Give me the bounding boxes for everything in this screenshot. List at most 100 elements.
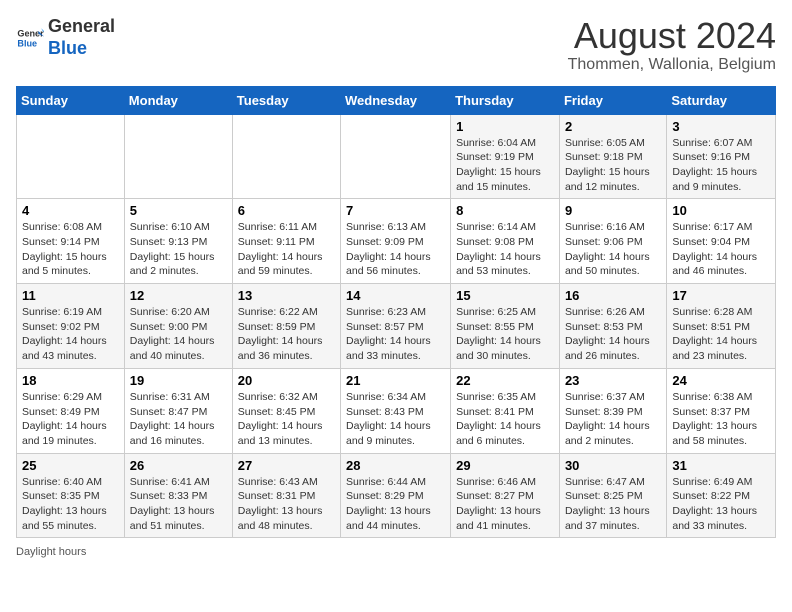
calendar-cell: 23 Sunrise: 6:37 AM Sunset: 8:39 PM Dayli… (559, 368, 666, 453)
day-number: 5 (130, 203, 227, 218)
calendar-cell: 13 Sunrise: 6:22 AM Sunset: 8:59 PM Dayli… (232, 284, 340, 369)
col-friday: Friday (559, 86, 666, 114)
day-number: 21 (346, 373, 445, 388)
title-area: August 2024 Thommen, Wallonia, Belgium (568, 16, 776, 74)
day-number: 30 (565, 458, 661, 473)
calendar-cell: 11 Sunrise: 6:19 AM Sunset: 9:02 PM Dayli… (17, 284, 125, 369)
calendar-week-3: 11 Sunrise: 6:19 AM Sunset: 9:02 PM Dayli… (17, 284, 776, 369)
day-info: Sunrise: 6:04 AM Sunset: 9:19 PM Dayligh… (456, 136, 554, 195)
day-number: 1 (456, 119, 554, 134)
day-info: Sunrise: 6:43 AM Sunset: 8:31 PM Dayligh… (238, 475, 335, 534)
calendar-cell: 27Sunrise: 6:43 AM Sunset: 8:31 PM Dayli… (232, 453, 340, 538)
calendar-cell: 14 Sunrise: 6:23 AM Sunset: 8:57 PM Dayli… (341, 284, 451, 369)
calendar-cell: 30 Sunrise: 6:47 AM Sunset: 8:25 PM Dayli… (559, 453, 666, 538)
calendar-week-1: 1 Sunrise: 6:04 AM Sunset: 9:19 PM Daylig… (17, 114, 776, 199)
day-info: Sunrise: 6:25 AM Sunset: 8:55 PM Dayligh… (456, 305, 554, 364)
day-number: 14 (346, 288, 445, 303)
day-info: Sunrise: 6:08 AM Sunset: 9:14 PM Dayligh… (22, 220, 119, 279)
day-info: Sunrise: 6:10 AM Sunset: 9:13 PM Dayligh… (130, 220, 227, 279)
day-info: Sunrise: 6:13 AM Sunset: 9:09 PM Dayligh… (346, 220, 445, 279)
svg-text:Blue: Blue (17, 38, 37, 48)
calendar-cell: 26Sunrise: 6:41 AM Sunset: 8:33 PM Dayli… (124, 453, 232, 538)
day-info: Sunrise: 6:19 AM Sunset: 9:02 PM Dayligh… (22, 305, 119, 364)
col-saturday: Saturday (667, 86, 776, 114)
day-info: Sunrise: 6:41 AM Sunset: 8:33 PM Dayligh… (130, 475, 227, 534)
day-number: 10 (672, 203, 770, 218)
calendar-week-4: 18 Sunrise: 6:29 AM Sunset: 8:49 PM Dayli… (17, 368, 776, 453)
day-info: Sunrise: 6:49 AM Sunset: 8:22 PM Dayligh… (672, 475, 770, 534)
day-info: Sunrise: 6:28 AM Sunset: 8:51 PM Dayligh… (672, 305, 770, 364)
calendar-cell: 4Sunrise: 6:08 AM Sunset: 9:14 PM Daylig… (17, 199, 125, 284)
day-info: Sunrise: 6:34 AM Sunset: 8:43 PM Dayligh… (346, 390, 445, 449)
header: General Blue General Blue August 2024 Th… (16, 16, 776, 74)
logo: General Blue General Blue (16, 16, 115, 59)
day-number: 29 (456, 458, 554, 473)
day-number: 11 (22, 288, 119, 303)
calendar-cell: 22Sunrise: 6:35 AM Sunset: 8:41 PM Dayli… (451, 368, 560, 453)
logo-icon: General Blue (16, 24, 44, 52)
col-thursday: Thursday (451, 86, 560, 114)
calendar-cell: 12 Sunrise: 6:20 AM Sunset: 9:00 PM Dayli… (124, 284, 232, 369)
day-info: Sunrise: 6:23 AM Sunset: 8:57 PM Dayligh… (346, 305, 445, 364)
col-wednesday: Wednesday (341, 86, 451, 114)
day-number: 7 (346, 203, 445, 218)
day-info: Sunrise: 6:26 AM Sunset: 8:53 PM Dayligh… (565, 305, 661, 364)
day-number: 12 (130, 288, 227, 303)
calendar-cell: 21 Sunrise: 6:34 AM Sunset: 8:43 PM Dayli… (341, 368, 451, 453)
calendar-cell: 5 Sunrise: 6:10 AM Sunset: 9:13 PM Daylig… (124, 199, 232, 284)
day-number: 28 (346, 458, 445, 473)
calendar-cell: 15 Sunrise: 6:25 AM Sunset: 8:55 PM Dayli… (451, 284, 560, 369)
day-number: 13 (238, 288, 335, 303)
calendar-cell (17, 114, 125, 199)
calendar-body: 1 Sunrise: 6:04 AM Sunset: 9:19 PM Daylig… (17, 114, 776, 538)
day-number: 9 (565, 203, 661, 218)
calendar-cell: 1 Sunrise: 6:04 AM Sunset: 9:19 PM Daylig… (451, 114, 560, 199)
day-info: Sunrise: 6:14 AM Sunset: 9:08 PM Dayligh… (456, 220, 554, 279)
day-info: Sunrise: 6:38 AM Sunset: 8:37 PM Dayligh… (672, 390, 770, 449)
day-info: Sunrise: 6:11 AM Sunset: 9:11 PM Dayligh… (238, 220, 335, 279)
calendar-cell: 3 Sunrise: 6:07 AM Sunset: 9:16 PM Daylig… (667, 114, 776, 199)
day-number: 18 (22, 373, 119, 388)
day-number: 22 (456, 373, 554, 388)
logo-general-text: General (48, 16, 115, 38)
day-info: Sunrise: 6:05 AM Sunset: 9:18 PM Dayligh… (565, 136, 661, 195)
day-info: Sunrise: 6:31 AM Sunset: 8:47 PM Dayligh… (130, 390, 227, 449)
day-number: 8 (456, 203, 554, 218)
calendar-cell: 19Sunrise: 6:31 AM Sunset: 8:47 PM Dayli… (124, 368, 232, 453)
day-info: Sunrise: 6:29 AM Sunset: 8:49 PM Dayligh… (22, 390, 119, 449)
col-sunday: Sunday (17, 86, 125, 114)
day-number: 31 (672, 458, 770, 473)
day-info: Sunrise: 6:37 AM Sunset: 8:39 PM Dayligh… (565, 390, 661, 449)
calendar-cell (341, 114, 451, 199)
calendar-cell: 25Sunrise: 6:40 AM Sunset: 8:35 PM Dayli… (17, 453, 125, 538)
subtitle: Thommen, Wallonia, Belgium (568, 56, 776, 74)
day-info: Sunrise: 6:46 AM Sunset: 8:27 PM Dayligh… (456, 475, 554, 534)
col-tuesday: Tuesday (232, 86, 340, 114)
calendar-cell (124, 114, 232, 199)
day-info: Sunrise: 6:07 AM Sunset: 9:16 PM Dayligh… (672, 136, 770, 195)
calendar-cell: 31 Sunrise: 6:49 AM Sunset: 8:22 PM Dayli… (667, 453, 776, 538)
main-title: August 2024 (568, 16, 776, 56)
calendar-header: Sunday Monday Tuesday Wednesday Thursday… (17, 86, 776, 114)
day-number: 17 (672, 288, 770, 303)
footer-note: Daylight hours (16, 546, 776, 558)
calendar-cell: 29 Sunrise: 6:46 AM Sunset: 8:27 PM Dayli… (451, 453, 560, 538)
day-info: Sunrise: 6:47 AM Sunset: 8:25 PM Dayligh… (565, 475, 661, 534)
calendar-cell: 7 Sunrise: 6:13 AM Sunset: 9:09 PM Daylig… (341, 199, 451, 284)
col-monday: Monday (124, 86, 232, 114)
day-info: Sunrise: 6:17 AM Sunset: 9:04 PM Dayligh… (672, 220, 770, 279)
calendar-cell: 17 Sunrise: 6:28 AM Sunset: 8:51 PM Dayli… (667, 284, 776, 369)
calendar-cell: 28Sunrise: 6:44 AM Sunset: 8:29 PM Dayli… (341, 453, 451, 538)
logo-blue-text: Blue (48, 38, 115, 60)
calendar-cell: 6 Sunrise: 6:11 AM Sunset: 9:11 PM Daylig… (232, 199, 340, 284)
day-number: 3 (672, 119, 770, 134)
day-info: Sunrise: 6:22 AM Sunset: 8:59 PM Dayligh… (238, 305, 335, 364)
day-number: 16 (565, 288, 661, 303)
header-row: Sunday Monday Tuesday Wednesday Thursday… (17, 86, 776, 114)
day-info: Sunrise: 6:20 AM Sunset: 9:00 PM Dayligh… (130, 305, 227, 364)
day-number: 23 (565, 373, 661, 388)
day-number: 15 (456, 288, 554, 303)
day-number: 24 (672, 373, 770, 388)
calendar-cell: 24 Sunrise: 6:38 AM Sunset: 8:37 PM Dayli… (667, 368, 776, 453)
day-number: 6 (238, 203, 335, 218)
